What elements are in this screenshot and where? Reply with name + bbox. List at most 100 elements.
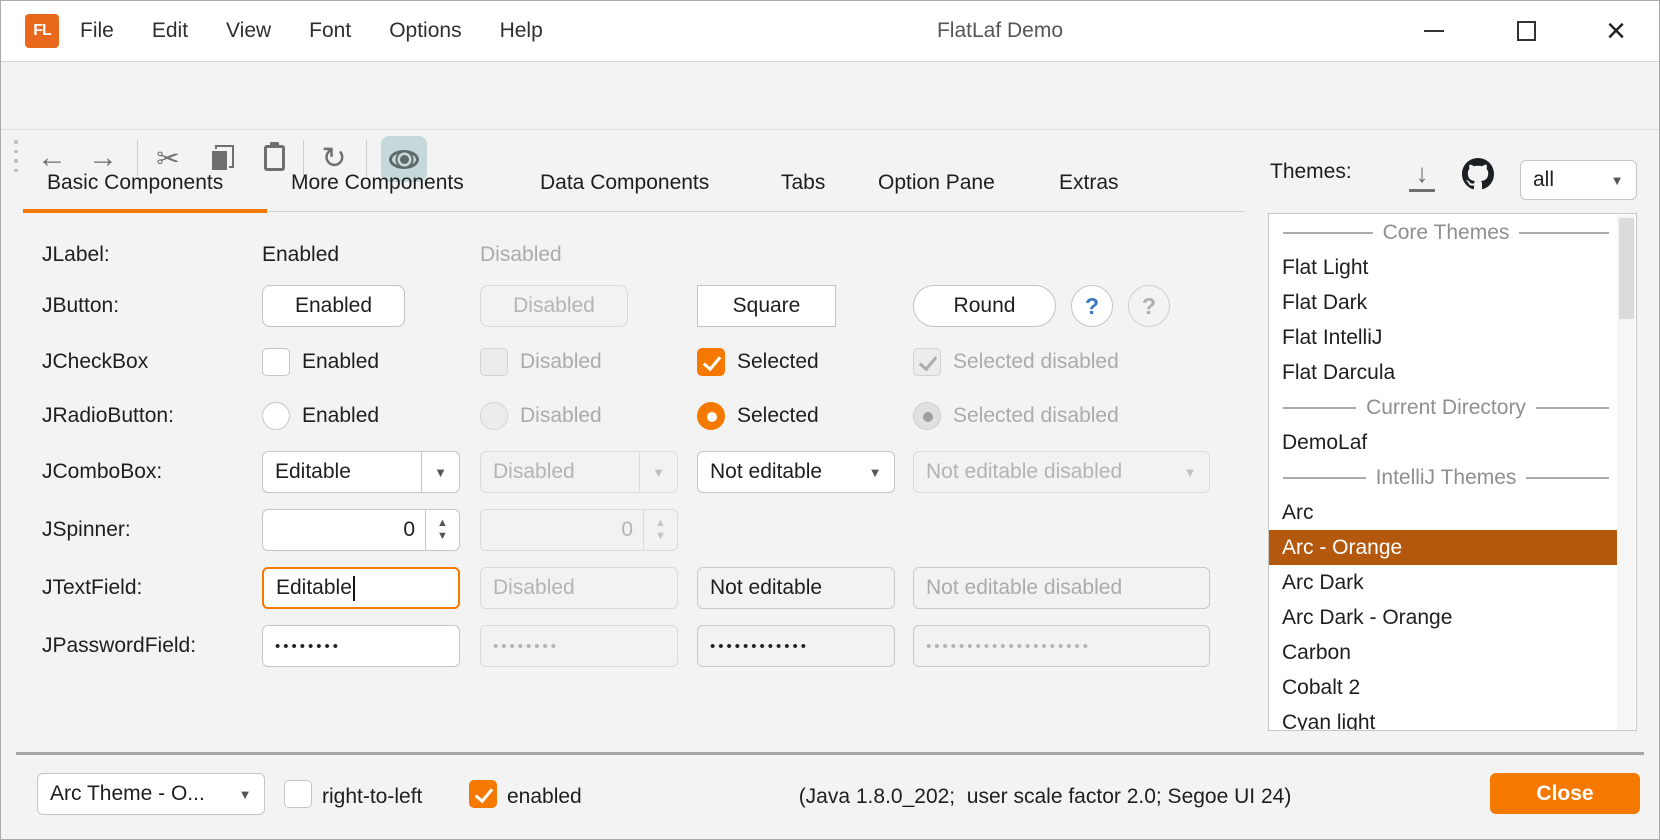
enabled-label[interactable]: enabled bbox=[507, 753, 582, 840]
spinner-enabled[interactable]: 0▲▼ bbox=[262, 509, 460, 551]
textfield-not-editable[interactable]: Not editable bbox=[697, 567, 895, 609]
round-button[interactable]: Round bbox=[913, 285, 1056, 327]
theme-filter-value: all bbox=[1533, 168, 1554, 192]
download-icon: ↓ bbox=[1408, 158, 1436, 182]
radio-enabled[interactable] bbox=[262, 402, 290, 430]
combobox-not-editable-disabled: Not editable disabled ▼ bbox=[913, 451, 1210, 493]
checkbox-selected-disabled bbox=[913, 348, 941, 376]
tab-basic-components[interactable]: Basic Components bbox=[47, 155, 223, 211]
theme-item[interactable]: Arc bbox=[1269, 495, 1619, 530]
tab-tabs[interactable]: Tabs bbox=[781, 155, 825, 211]
combobox-not-editable-disabled-value: Not editable disabled bbox=[926, 460, 1122, 484]
toolbar-grip[interactable] bbox=[14, 140, 18, 172]
menu-item-file[interactable]: File bbox=[80, 19, 114, 43]
combobox-editable[interactable]: Editable ▼ bbox=[262, 451, 460, 493]
radio-enabled-label: Enabled bbox=[302, 404, 379, 428]
theme-item[interactable]: Arc Dark - Orange bbox=[1269, 600, 1619, 635]
menu-item-edit[interactable]: Edit bbox=[152, 19, 188, 43]
maximize-button[interactable] bbox=[1496, 0, 1556, 62]
jspinner-row: JSpinner: 0▲▼ 0▲▼ bbox=[42, 501, 1252, 559]
passwordfield-disabled: •••••••• bbox=[480, 625, 678, 667]
chevron-down-icon[interactable]: ▼ bbox=[226, 774, 264, 814]
help-button-disabled: ? bbox=[1128, 285, 1170, 327]
enabled-checkbox[interactable] bbox=[469, 780, 497, 808]
textfield-disabled: Disabled bbox=[480, 567, 678, 609]
passwordfield-enabled[interactable]: •••••••• bbox=[262, 625, 460, 667]
chevron-down-icon[interactable]: ▼ bbox=[856, 452, 894, 492]
checkbox-enabled-label: Enabled bbox=[302, 350, 379, 374]
theme-item[interactable]: Flat Darcula bbox=[1269, 355, 1619, 390]
theme-item[interactable]: Cyan light bbox=[1269, 705, 1619, 731]
passwordfield-not-editable[interactable]: •••••••••••• bbox=[697, 625, 895, 667]
chevron-down-icon[interactable]: ▼ bbox=[1598, 161, 1636, 199]
download-icon-bar bbox=[1409, 189, 1435, 193]
chevron-down-icon[interactable]: ▼ bbox=[421, 452, 459, 492]
close-window-button[interactable]: × bbox=[1586, 0, 1646, 62]
github-icon bbox=[1462, 158, 1494, 190]
menubar: File Edit View Font Options Help bbox=[80, 0, 543, 62]
tab-data-components[interactable]: Data Components bbox=[540, 155, 709, 211]
enabled-button[interactable]: Enabled bbox=[262, 285, 405, 327]
right-to-left-checkbox[interactable] bbox=[284, 780, 312, 808]
radio-selected-disabled bbox=[913, 402, 941, 430]
password-dots: •••••••• bbox=[493, 638, 559, 655]
basic-components-panel: JLabel: Enabled Disabled JButton: Enable… bbox=[42, 233, 1252, 675]
combobox-editable-value: Editable bbox=[275, 460, 351, 484]
square-button[interactable]: Square bbox=[697, 285, 836, 327]
themes-scrollbar[interactable] bbox=[1617, 215, 1635, 731]
minimize-icon bbox=[1424, 30, 1444, 33]
textfield-not-editable-disabled: Not editable disabled bbox=[913, 567, 1210, 609]
checkbox-selected[interactable] bbox=[697, 348, 725, 376]
theme-group-separator: Core Themes bbox=[1269, 215, 1619, 250]
menu-item-view[interactable]: View bbox=[226, 19, 271, 43]
maximize-icon bbox=[1517, 21, 1536, 41]
combobox-not-editable[interactable]: Not editable▼ bbox=[697, 451, 895, 493]
help-button[interactable]: ? bbox=[1071, 285, 1113, 327]
status-info: (Java 1.8.0_202; user scale factor 2.0; … bbox=[775, 753, 1315, 840]
theme-item[interactable]: Flat IntelliJ bbox=[1269, 320, 1619, 355]
textfield-editable-value: Editable bbox=[276, 576, 352, 600]
theme-item[interactable]: Arc Dark bbox=[1269, 565, 1619, 600]
checkbox-enabled[interactable] bbox=[262, 348, 290, 376]
disabled-button: Disabled bbox=[480, 285, 628, 327]
close-button[interactable]: Close bbox=[1490, 773, 1640, 814]
theme-item[interactable]: Flat Dark bbox=[1269, 285, 1619, 320]
theme-group-separator: Current Directory bbox=[1269, 390, 1619, 425]
theme-group-separator: IntelliJ Themes bbox=[1269, 460, 1619, 495]
spinner-up-down-icons[interactable]: ▲▼ bbox=[425, 510, 459, 550]
theme-item[interactable]: DemoLaf bbox=[1269, 425, 1619, 460]
themes-scrollbar-thumb[interactable] bbox=[1619, 218, 1634, 319]
tab-option-pane[interactable]: Option Pane bbox=[878, 155, 995, 211]
right-to-left-label[interactable]: right-to-left bbox=[322, 753, 422, 840]
password-dots: •••••••••••••••••••• bbox=[926, 638, 1091, 655]
titlebar: FL File Edit View Font Options Help Flat… bbox=[0, 0, 1660, 62]
menu-item-options[interactable]: Options bbox=[389, 19, 461, 43]
spinner-value[interactable]: 0 bbox=[263, 518, 425, 542]
theme-item-selected[interactable]: Arc - Orange bbox=[1269, 530, 1619, 565]
download-themes-button[interactable]: ↓ bbox=[1408, 162, 1436, 192]
jtextfield-row-label: JTextField: bbox=[42, 576, 262, 600]
github-button[interactable] bbox=[1462, 158, 1494, 190]
chevron-down-icon: ▼ bbox=[1171, 452, 1209, 492]
theme-item[interactable]: Carbon bbox=[1269, 635, 1619, 670]
menu-item-help[interactable]: Help bbox=[500, 19, 543, 43]
lookandfeel-combo[interactable]: Arc Theme - O...▼ bbox=[37, 773, 265, 815]
jcombobox-row: JComboBox: Editable▼ Disabled▼ Not edita… bbox=[42, 443, 1252, 501]
menu-item-font[interactable]: Font bbox=[309, 19, 351, 43]
checkbox-disabled-label: Disabled bbox=[520, 350, 602, 374]
tab-extras[interactable]: Extras bbox=[1059, 155, 1119, 211]
jradiobutton-row: JRadioButton: Enabled Disabled Selected … bbox=[42, 389, 1252, 443]
jcombobox-row-label: JComboBox: bbox=[42, 460, 262, 484]
theme-filter-combo[interactable]: all ▼ bbox=[1520, 160, 1637, 200]
jradiobutton-row-label: JRadioButton: bbox=[42, 404, 262, 428]
jpasswordfield-row: JPasswordField: •••••••• •••••••• ••••••… bbox=[42, 617, 1252, 675]
jtextfield-row: JTextField: Editable Disabled Not editab… bbox=[42, 559, 1252, 617]
minimize-button[interactable] bbox=[1404, 0, 1464, 62]
spinner-disabled-value: 0 bbox=[481, 518, 643, 542]
textfield-disabled-value: Disabled bbox=[493, 576, 575, 600]
textfield-editable[interactable]: Editable bbox=[262, 567, 460, 609]
tab-more-components[interactable]: More Components bbox=[291, 155, 464, 211]
radio-selected[interactable] bbox=[697, 402, 725, 430]
theme-item[interactable]: Cobalt 2 bbox=[1269, 670, 1619, 705]
theme-item[interactable]: Flat Light bbox=[1269, 250, 1619, 285]
